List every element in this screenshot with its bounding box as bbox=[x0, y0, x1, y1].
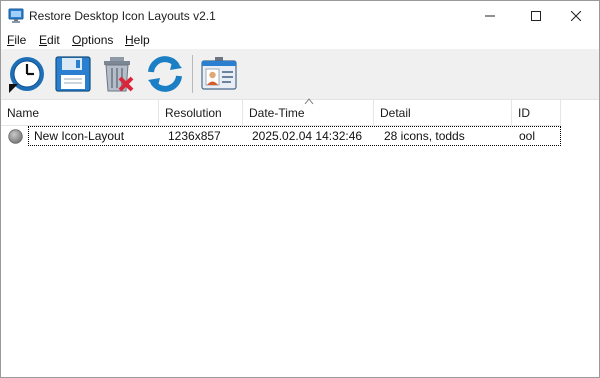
title-bar: Restore Desktop Icon Layouts v2.1 bbox=[1, 1, 599, 31]
menu-edit[interactable]: Edit bbox=[39, 33, 60, 47]
refresh-icon[interactable] bbox=[145, 54, 185, 94]
cell-id: ool bbox=[519, 129, 536, 143]
column-header-name[interactable]: Name bbox=[1, 100, 159, 125]
close-button[interactable] bbox=[553, 1, 599, 31]
cell-detail: 28 icons, todds bbox=[384, 129, 465, 143]
toolbar bbox=[1, 49, 599, 100]
menu-help[interactable]: Help bbox=[125, 33, 150, 47]
menu-file[interactable]: File bbox=[7, 33, 26, 47]
monitor-icon bbox=[8, 8, 24, 23]
sort-ascending-icon bbox=[304, 98, 314, 105]
id-card-icon[interactable] bbox=[199, 54, 239, 94]
column-header-resolution[interactable]: Resolution bbox=[159, 100, 243, 125]
restore-clock-icon[interactable] bbox=[6, 54, 46, 94]
cell-datetime: 2025.02.04 14:32:46 bbox=[252, 129, 363, 143]
app-window: Restore Desktop Icon Layouts v2.1 File E… bbox=[0, 0, 600, 378]
cell-name: New Icon-Layout bbox=[34, 129, 125, 143]
toolbar-separator bbox=[192, 55, 193, 93]
delete-trash-icon[interactable] bbox=[98, 54, 138, 94]
table-row[interactable]: New Icon-Layout 1236x857 2025.02.04 14:3… bbox=[1, 126, 561, 147]
close-icon bbox=[571, 11, 581, 21]
menu-options[interactable]: Options bbox=[72, 33, 113, 47]
gray-circle-icon bbox=[8, 129, 23, 144]
minimize-button[interactable] bbox=[467, 1, 513, 31]
window-title: Restore Desktop Icon Layouts v2.1 bbox=[29, 9, 216, 23]
cell-resolution: 1236x857 bbox=[168, 129, 221, 143]
list-header: Name Resolution Date-Time Detail ID bbox=[1, 98, 561, 126]
menu-bar: File Edit Options Help bbox=[1, 31, 599, 49]
minimize-icon bbox=[485, 15, 495, 17]
maximize-icon bbox=[531, 11, 541, 21]
column-header-detail[interactable]: Detail bbox=[374, 100, 512, 125]
layout-list[interactable]: Name Resolution Date-Time Detail ID New bbox=[1, 98, 599, 377]
column-header-id[interactable]: ID bbox=[512, 100, 561, 125]
save-disk-icon[interactable] bbox=[53, 54, 93, 94]
